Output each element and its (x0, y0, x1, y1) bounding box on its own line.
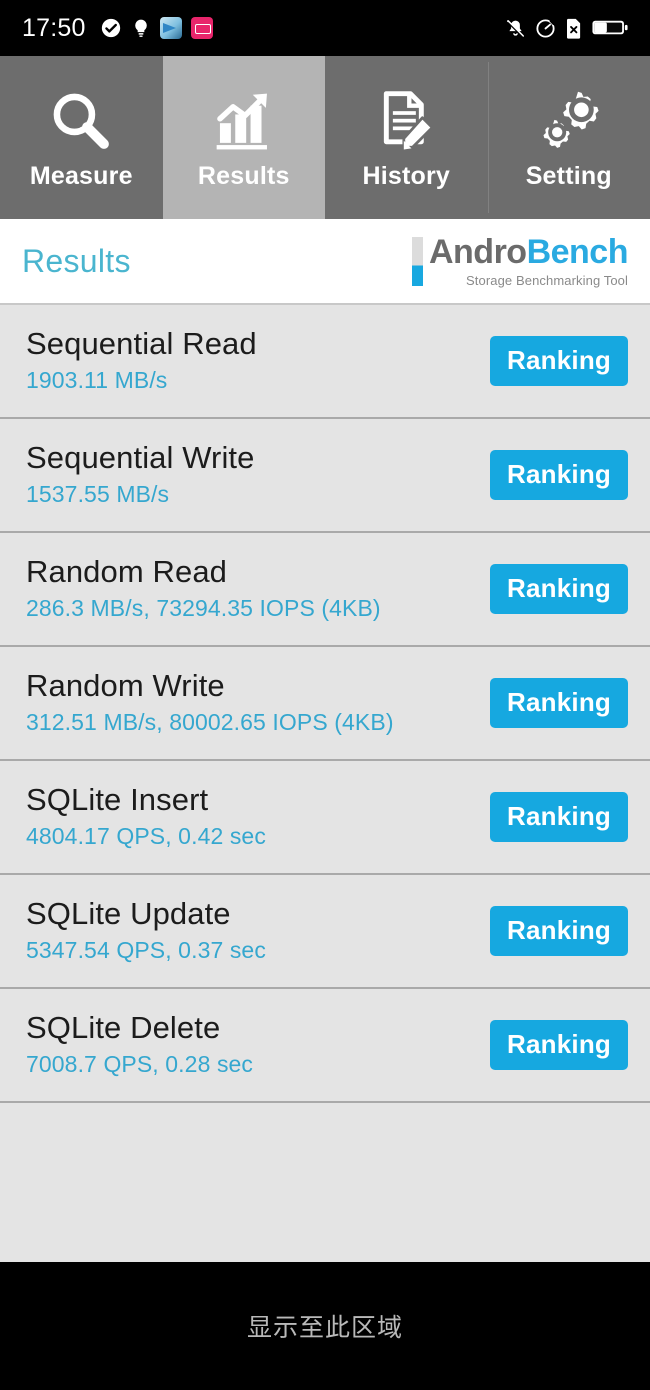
row-text-group: Random Write 312.51 MB/s, 80002.65 IOPS … (26, 667, 394, 737)
tab-setting[interactable]: Setting (487, 56, 650, 219)
result-value: 286.3 MB/s, 73294.35 IOPS (4KB) (26, 595, 381, 622)
data-saver-icon (535, 18, 556, 39)
row-text-group: SQLite Update 5347.54 QPS, 0.37 sec (26, 895, 266, 965)
result-title: SQLite Update (26, 895, 231, 931)
table-row[interactable]: SQLite Delete 7008.7 QPS, 0.28 sec Ranki… (0, 989, 650, 1103)
ranking-button[interactable]: Ranking (490, 450, 628, 500)
tab-results-label: Results (197, 162, 290, 190)
row-text-group: Sequential Write 1537.55 MB/s (26, 439, 255, 509)
result-value: 5347.54 QPS, 0.37 sec (26, 937, 266, 964)
main-tab-bar: Measure Results History Setting (0, 56, 650, 219)
list-empty-space (0, 1103, 650, 1262)
logo-word-bench: Bench (526, 232, 629, 271)
ranking-button[interactable]: Ranking (490, 336, 628, 386)
result-title: SQLite Delete (26, 1009, 221, 1045)
table-row[interactable]: Sequential Write 1537.55 MB/s Ranking (0, 419, 650, 533)
page-header: Results AndroBench Storage Benchmarking … (0, 219, 650, 305)
ranking-button[interactable]: Ranking (490, 678, 628, 728)
logo-word-andro: Andro (428, 232, 527, 271)
bar-chart-arrow-icon (209, 84, 279, 158)
tab-setting-label: Setting (525, 162, 612, 190)
page-title: Results (22, 242, 131, 279)
result-value: 312.51 MB/s, 80002.65 IOPS (4KB) (26, 709, 394, 736)
table-row[interactable]: Sequential Read 1903.11 MB/s Ranking (0, 305, 650, 419)
result-title: Random Read (26, 553, 227, 589)
sim-card-missing-icon (565, 18, 583, 39)
result-value: 4804.17 QPS, 0.42 sec (26, 823, 266, 850)
ranking-button[interactable]: Ranking (490, 906, 628, 956)
ranking-button[interactable]: Ranking (490, 1020, 628, 1070)
document-pencil-icon (371, 84, 441, 158)
logo-bar-icon (411, 236, 423, 286)
table-row[interactable]: SQLite Insert 4804.17 QPS, 0.42 sec Rank… (0, 761, 650, 875)
result-title: Sequential Write (26, 439, 255, 475)
ranking-button[interactable]: Ranking (490, 564, 628, 614)
status-bar-left: 17:50 (22, 14, 213, 43)
logo-wordmark: AndroBench (428, 232, 629, 271)
row-text-group: SQLite Insert 4804.17 QPS, 0.42 sec (26, 781, 266, 851)
display-area-hint: 显示至此区域 (246, 1313, 403, 1342)
pink-app-icon (190, 17, 213, 39)
result-value: 1537.55 MB/s (26, 481, 170, 508)
status-clock: 17:50 (22, 13, 86, 42)
tab-results[interactable]: Results (162, 56, 325, 219)
table-row[interactable]: Random Write 312.51 MB/s, 80002.65 IOPS … (0, 647, 650, 761)
row-text-group: Random Read 286.3 MB/s, 73294.35 IOPS (4… (26, 553, 381, 623)
logo-tagline: Storage Benchmarking Tool (466, 272, 628, 288)
bell-off-icon (505, 18, 526, 39)
result-title: Random Write (26, 667, 225, 703)
tab-history-label: History (362, 162, 451, 190)
phone-screen: 17:50 Measure Results History Setting Re… (0, 0, 650, 1390)
result-value: 7008.7 QPS, 0.28 sec (26, 1051, 254, 1078)
tab-history[interactable]: History (325, 56, 488, 219)
magnifier-icon (46, 84, 116, 158)
row-text-group: Sequential Read 1903.11 MB/s (26, 325, 257, 395)
bottom-nav-area: 显示至此区域 (0, 1262, 650, 1390)
status-bar-right (505, 18, 628, 39)
telegram-app-icon (159, 17, 182, 39)
androbench-logo: AndroBench Storage Benchmarking Tool (411, 232, 629, 288)
logo-text: AndroBench Storage Benchmarking Tool (428, 232, 629, 288)
ranking-button[interactable]: Ranking (490, 792, 628, 842)
result-title: SQLite Insert (26, 781, 209, 817)
lightbulb-icon (131, 17, 151, 39)
results-list[interactable]: 新夏网 WWW.SXIAO.COM Sequential Read 1903.1… (0, 305, 650, 1262)
tab-measure[interactable]: Measure (0, 56, 163, 219)
row-text-group: SQLite Delete 7008.7 QPS, 0.28 sec (26, 1009, 254, 1079)
table-row[interactable]: Random Read 286.3 MB/s, 73294.35 IOPS (4… (0, 533, 650, 647)
battery-icon (592, 18, 628, 38)
status-bar: 17:50 (0, 0, 650, 56)
table-row[interactable]: SQLite Update 5347.54 QPS, 0.37 sec Rank… (0, 875, 650, 989)
result-title: Sequential Read (26, 325, 257, 361)
check-circle-icon (100, 17, 122, 39)
gears-icon (533, 84, 605, 158)
tab-measure-label: Measure (29, 162, 133, 190)
result-value: 1903.11 MB/s (26, 367, 168, 394)
